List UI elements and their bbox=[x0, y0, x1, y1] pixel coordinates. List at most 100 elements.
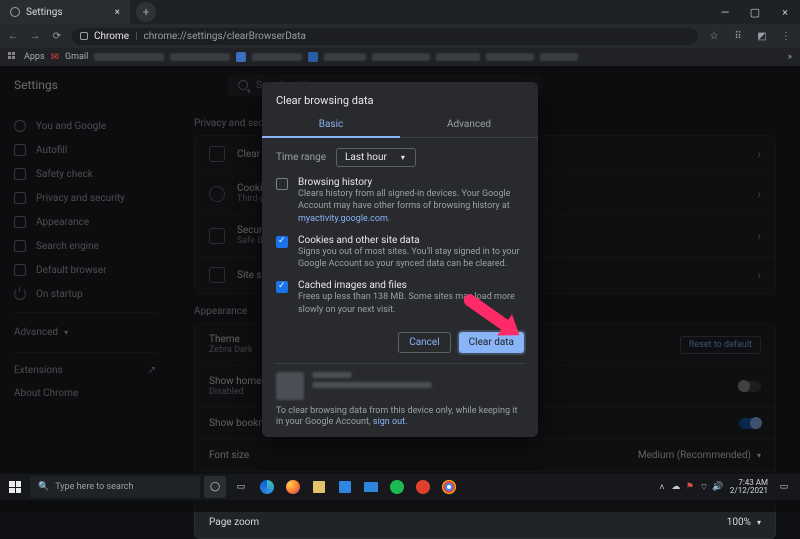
edge-icon bbox=[260, 480, 274, 494]
site-info-icon[interactable] bbox=[80, 32, 88, 40]
text: . bbox=[388, 214, 390, 224]
dialog-title: Clear browsing data bbox=[262, 82, 538, 113]
app-chrome[interactable] bbox=[438, 476, 460, 498]
firefox-icon bbox=[286, 480, 300, 494]
cancel-button[interactable]: Cancel bbox=[398, 332, 450, 353]
window-controls: — ▢ × bbox=[710, 6, 800, 19]
mail-icon bbox=[364, 482, 378, 492]
forward-button[interactable]: → bbox=[28, 31, 42, 42]
option-title: Browsing history bbox=[298, 177, 524, 188]
app-explorer[interactable] bbox=[308, 476, 330, 498]
url-scheme: Chrome bbox=[94, 31, 129, 42]
url-divider: | bbox=[135, 31, 137, 42]
profile-avatar-icon[interactable]: ◩ bbox=[754, 31, 770, 42]
action-center-icon[interactable]: ▭ bbox=[774, 482, 794, 492]
tab-title: Settings bbox=[26, 7, 63, 18]
option-cookies[interactable]: Cookies and other site data Signs you ou… bbox=[276, 235, 524, 271]
bookmark-icon[interactable] bbox=[308, 52, 318, 62]
gmail-icon[interactable]: ✉ bbox=[51, 52, 59, 63]
task-view-icon[interactable]: ▭ bbox=[230, 476, 252, 498]
checkbox-cookies[interactable] bbox=[276, 236, 288, 248]
reload-button[interactable]: ⟳ bbox=[50, 31, 64, 42]
close-window-button[interactable]: × bbox=[770, 6, 800, 19]
app-spotify[interactable] bbox=[386, 476, 408, 498]
close-tab-icon[interactable]: × bbox=[115, 7, 120, 18]
windows-logo-icon bbox=[9, 481, 21, 493]
bookmark-apps[interactable]: Apps bbox=[24, 52, 45, 62]
browser-menu-icon[interactable]: ⋮ bbox=[778, 31, 794, 42]
option-desc: Frees up less than 138 MB. Some sites ma… bbox=[298, 292, 515, 314]
dialog-tabs: Basic Advanced bbox=[262, 113, 538, 138]
taskbar-search[interactable]: 🔍Type here to search bbox=[30, 476, 200, 498]
address-bar: ← → ⟳ Chrome | chrome://settings/clearBr… bbox=[0, 24, 800, 48]
checkbox-browsing-history[interactable] bbox=[276, 178, 288, 190]
wifi-icon[interactable]: ⌔ bbox=[698, 482, 710, 493]
clear-data-button[interactable]: Clear data bbox=[459, 332, 524, 353]
option-desc: Signs you out of most sites. You'll stay… bbox=[298, 247, 520, 269]
tab-advanced[interactable]: Advanced bbox=[400, 113, 538, 138]
bookmarks-overflow-icon[interactable]: » bbox=[788, 52, 792, 62]
back-button[interactable]: ← bbox=[6, 31, 20, 42]
app-other[interactable] bbox=[412, 476, 434, 498]
extensions-icon[interactable]: ⠿ bbox=[730, 31, 746, 42]
option-cache[interactable]: Cached images and files Frees up less th… bbox=[276, 280, 524, 316]
volume-icon[interactable]: 🔊 bbox=[712, 482, 724, 492]
time-range-row: Time range Last hour ▾ bbox=[276, 148, 524, 167]
bookmark-gmail[interactable]: Gmail bbox=[65, 52, 88, 62]
url-field[interactable]: Chrome | chrome://settings/clearBrowserD… bbox=[72, 28, 698, 45]
chevron-down-icon: ▾ bbox=[757, 518, 761, 527]
app-firefox[interactable] bbox=[282, 476, 304, 498]
text: . bbox=[405, 417, 407, 427]
option-desc: Clears history from all signed-in device… bbox=[298, 189, 510, 224]
browser-tab-settings[interactable]: Settings × bbox=[0, 0, 130, 24]
minimize-button[interactable]: — bbox=[710, 6, 740, 19]
windows-taskbar: 🔍Type here to search ◯ ▭ ˄ ☁ ⚑ ⌔ 🔊 7:43 … bbox=[0, 474, 800, 500]
bookmark-redacted[interactable] bbox=[486, 53, 534, 61]
bookmark-redacted[interactable] bbox=[436, 53, 480, 61]
title-bar: Settings × + — ▢ × bbox=[0, 0, 800, 24]
text: Clears history from all signed-in device… bbox=[298, 189, 510, 211]
bookmark-redacted[interactable] bbox=[324, 53, 366, 61]
dialog-footer-account bbox=[276, 363, 524, 400]
app-mail[interactable] bbox=[360, 476, 382, 498]
dialog-footer-message: To clear browsing data from this device … bbox=[262, 400, 538, 429]
settings-shell: You and Google Autofill Safety check Pri… bbox=[0, 104, 800, 512]
maximize-button[interactable]: ▢ bbox=[740, 6, 770, 19]
app-icon bbox=[416, 480, 430, 494]
bookmark-redacted[interactable] bbox=[252, 53, 302, 61]
time-range-select[interactable]: Last hour ▾ bbox=[336, 148, 416, 167]
dialog-actions: Cancel Clear data bbox=[262, 326, 538, 357]
modal-overlay: Clear browsing data Basic Advanced Time … bbox=[0, 66, 800, 512]
bookmark-redacted[interactable] bbox=[372, 53, 430, 61]
bookmark-star-icon[interactable]: ☆ bbox=[706, 31, 722, 42]
tray-overflow-icon[interactable]: ˄ bbox=[656, 482, 668, 493]
myactivity-link[interactable]: myactivity.google.com bbox=[298, 214, 388, 224]
bookmark-redacted[interactable] bbox=[94, 53, 164, 61]
clear-browsing-data-dialog: Clear browsing data Basic Advanced Time … bbox=[262, 82, 538, 437]
gear-icon bbox=[10, 7, 20, 17]
option-browsing-history[interactable]: Browsing history Clears history from all… bbox=[276, 177, 524, 225]
page-zoom-select[interactable]: 100%▾ bbox=[727, 517, 761, 528]
time-range-value: Last hour bbox=[345, 152, 387, 163]
sign-out-link[interactable]: sign out bbox=[373, 417, 405, 427]
bookmark-redacted[interactable] bbox=[170, 53, 230, 61]
store-icon bbox=[339, 481, 351, 493]
account-avatar bbox=[276, 372, 304, 400]
start-button[interactable] bbox=[4, 476, 26, 498]
apps-icon[interactable] bbox=[8, 52, 18, 62]
chrome-icon bbox=[442, 480, 456, 494]
app-store[interactable] bbox=[334, 476, 356, 498]
bookmark-icon[interactable] bbox=[236, 52, 246, 62]
security-icon[interactable]: ⚑ bbox=[684, 482, 696, 492]
row-title: Page zoom bbox=[209, 517, 259, 528]
dialog-body: Time range Last hour ▾ Browsing history … bbox=[262, 138, 538, 316]
app-edge[interactable] bbox=[256, 476, 278, 498]
new-tab-button[interactable]: + bbox=[136, 2, 156, 22]
onedrive-icon[interactable]: ☁ bbox=[670, 482, 682, 492]
cortana-icon[interactable]: ◯ bbox=[204, 476, 226, 498]
option-title: Cached images and files bbox=[298, 280, 524, 291]
checkbox-cache[interactable] bbox=[276, 281, 288, 293]
bookmark-redacted[interactable] bbox=[540, 53, 578, 61]
tab-basic[interactable]: Basic bbox=[262, 113, 400, 138]
taskbar-clock[interactable]: 7:43 AM 2/12/2021 bbox=[726, 479, 772, 495]
